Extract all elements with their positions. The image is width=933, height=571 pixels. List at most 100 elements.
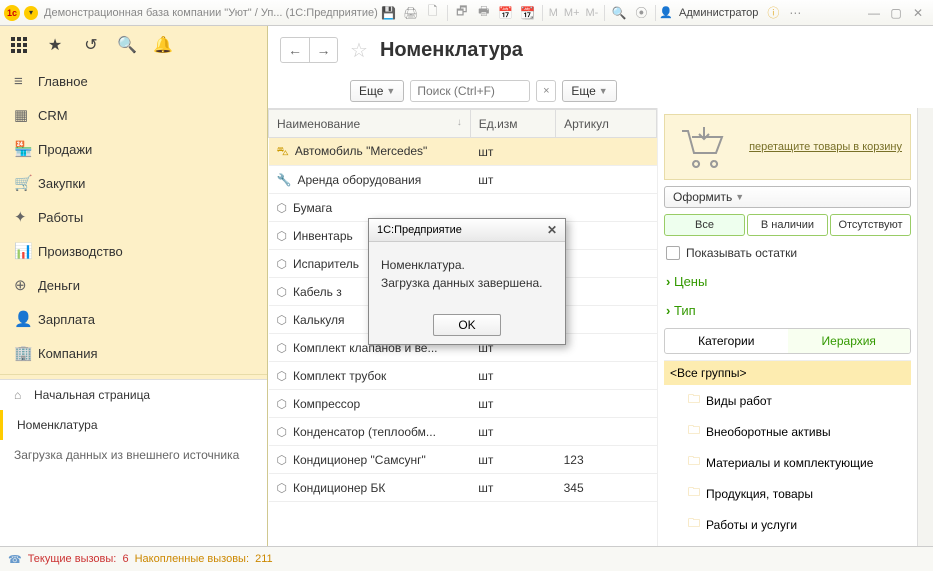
- window-menu-icon[interactable]: ▾: [24, 6, 38, 20]
- print-icon[interactable]: 🖨: [401, 3, 421, 23]
- user-icon: 👤: [659, 6, 673, 19]
- row-icon: ⬡: [277, 229, 287, 243]
- sidebar-item-2[interactable]: 🏪Продажи: [0, 132, 267, 166]
- sidebar-item-7[interactable]: 👤Зарплата: [0, 302, 267, 336]
- current-page-link[interactable]: Номенклатура: [0, 410, 267, 440]
- vertical-scrollbar[interactable]: [917, 108, 933, 546]
- folder-icon: 🗀: [688, 514, 700, 535]
- table-row[interactable]: ⛍Автомобиль "Mercedes"шт: [269, 138, 657, 166]
- col-unit[interactable]: Ед.изм: [470, 110, 555, 138]
- row-icon: ⬡: [277, 397, 287, 411]
- more-left-button[interactable]: Еще▼: [350, 80, 404, 102]
- maximize-button[interactable]: ▢: [886, 3, 906, 23]
- nav-forward-button[interactable]: →: [309, 38, 337, 62]
- memory-mminus-icon[interactable]: M-: [583, 7, 602, 19]
- col-article[interactable]: Артикул: [556, 110, 657, 138]
- nav-back-button[interactable]: ←: [281, 38, 309, 62]
- dialog-title: 1С:Предприятие: [377, 224, 462, 236]
- app-logo-icon: 1c: [4, 5, 20, 21]
- filter-0[interactable]: Все: [664, 214, 745, 236]
- table-row[interactable]: 🔧Аренда оборудованияшт: [269, 166, 657, 194]
- close-button[interactable]: ✕: [908, 3, 928, 23]
- cart-icon: [673, 123, 729, 171]
- sidebar: ★ ↺ 🔍 🔔 ≡Главное▦CRM🏪Продажи🛒Закупки✦Раб…: [0, 26, 268, 546]
- import-page-link[interactable]: Загрузка данных из внешнего источника: [0, 440, 267, 470]
- search-icon[interactable]: 🔍: [116, 34, 138, 56]
- calls-icon: ☎: [8, 553, 22, 566]
- table-row[interactable]: ⬡Кондиционер "Самсунг"шт123: [269, 446, 657, 474]
- expander-prices[interactable]: Цены: [664, 270, 911, 293]
- dialog-text-1: Номенклатура.: [381, 256, 553, 274]
- sidebar-icon: 🏪: [14, 140, 38, 158]
- tree-node[interactable]: 🗀Материалы и комплектующие: [664, 447, 911, 478]
- memory-mplus-icon[interactable]: M+: [561, 7, 583, 19]
- titlebar: 1c ▾ Демонстрационная база компании "Уют…: [0, 0, 933, 26]
- window-title: Демонстрационная база компании "Уют" / У…: [44, 7, 378, 19]
- sort-asc-icon: ↓: [457, 117, 462, 128]
- table-row[interactable]: ⬡Кондиционер БКшт345: [269, 474, 657, 502]
- row-icon: ⬡: [277, 201, 287, 215]
- favorite-icon[interactable]: ★: [44, 34, 66, 56]
- sidebar-item-3[interactable]: 🛒Закупки: [0, 166, 267, 200]
- zoom-icon[interactable]: 🔍: [609, 3, 629, 23]
- sidebar-icon: ≡: [14, 73, 38, 90]
- dialog-close-button[interactable]: ✕: [547, 223, 557, 237]
- memory-m-icon[interactable]: M: [546, 7, 561, 19]
- sidebar-item-4[interactable]: ✦Работы: [0, 200, 267, 234]
- filter-1[interactable]: В наличии: [747, 214, 828, 236]
- date-icon[interactable]: 📆: [518, 3, 538, 23]
- message-dialog: 1С:Предприятие✕ Номенклатура. Загрузка д…: [368, 218, 566, 345]
- checkbox-icon: [666, 246, 680, 260]
- info-icon[interactable]: ⓘ: [763, 3, 783, 23]
- cart-dropzone[interactable]: перетащите товары в корзину: [664, 114, 911, 180]
- favorite-star-icon[interactable]: ☆: [350, 38, 368, 63]
- tab-categories[interactable]: Категории: [665, 329, 788, 353]
- preview-icon[interactable]: 🗋: [423, 3, 443, 23]
- compare-icon[interactable]: 🗗: [452, 3, 472, 23]
- table-row[interactable]: ⬡Конденсатор (теплообм...шт: [269, 418, 657, 446]
- tree-node[interactable]: 🗀Продукция, товары: [664, 478, 911, 509]
- chevron-down-icon: ▼: [599, 86, 608, 96]
- show-stock-checkbox[interactable]: Показывать остатки: [664, 242, 911, 264]
- tree-node[interactable]: 🗀Внеоборотные активы: [664, 416, 911, 447]
- print2-icon[interactable]: 🖶: [474, 3, 494, 23]
- filter-2[interactable]: Отсутствуют: [830, 214, 911, 236]
- table-row[interactable]: ⬡Компрессоршт: [269, 390, 657, 418]
- page-title: Номенклатура: [380, 39, 523, 62]
- notifications-icon[interactable]: 🔔: [152, 34, 174, 56]
- folder-icon: 🗀: [688, 483, 700, 504]
- row-icon: ⬡: [277, 481, 287, 495]
- apps-grid-icon[interactable]: [8, 34, 30, 56]
- sidebar-item-5[interactable]: 📊Производство: [0, 234, 267, 268]
- tree-node[interactable]: 🗀Виды работ: [664, 385, 911, 416]
- search-clear-button[interactable]: ×: [536, 80, 556, 102]
- sidebar-icon: 📊: [14, 242, 38, 260]
- sidebar-item-1[interactable]: ▦CRM: [0, 98, 267, 132]
- search-field[interactable]: [410, 80, 530, 102]
- table-row[interactable]: ⬡Комплект трубокшт: [269, 362, 657, 390]
- sidebar-icon: ⊕: [14, 276, 38, 294]
- calendar-icon[interactable]: 📅: [496, 3, 516, 23]
- history-icon[interactable]: ↺: [80, 34, 102, 56]
- checkout-button[interactable]: Оформить▼: [664, 186, 911, 208]
- options-icon[interactable]: ⋯: [785, 3, 805, 23]
- save-icon[interactable]: 💾: [379, 3, 399, 23]
- row-icon: ⬡: [277, 313, 287, 327]
- current-calls-label: Текущие вызовы: 6: [28, 553, 129, 565]
- tree-node[interactable]: 🗀Работы и услуги: [664, 509, 911, 540]
- minimize-button[interactable]: —: [864, 3, 884, 23]
- more-right-button[interactable]: Еще▼: [562, 80, 616, 102]
- back-icon[interactable]: ⦿: [631, 3, 651, 23]
- chevron-down-icon: ▼: [386, 86, 395, 96]
- sidebar-item-0[interactable]: ≡Главное: [0, 64, 267, 98]
- home-page-link[interactable]: ⌂Начальная страница: [0, 380, 267, 410]
- sidebar-icon: 👤: [14, 310, 38, 328]
- expander-type[interactable]: Тип: [664, 299, 911, 322]
- dialog-ok-button[interactable]: OK: [433, 314, 500, 336]
- tab-hierarchy[interactable]: Иерархия: [788, 329, 911, 353]
- col-name[interactable]: Наименование↓: [269, 110, 471, 138]
- sidebar-item-6[interactable]: ⊕Деньги: [0, 268, 267, 302]
- user-label[interactable]: Администратор: [675, 7, 762, 19]
- tree-root[interactable]: <Все группы>: [664, 361, 911, 385]
- sidebar-item-8[interactable]: 🏢Компания: [0, 336, 267, 370]
